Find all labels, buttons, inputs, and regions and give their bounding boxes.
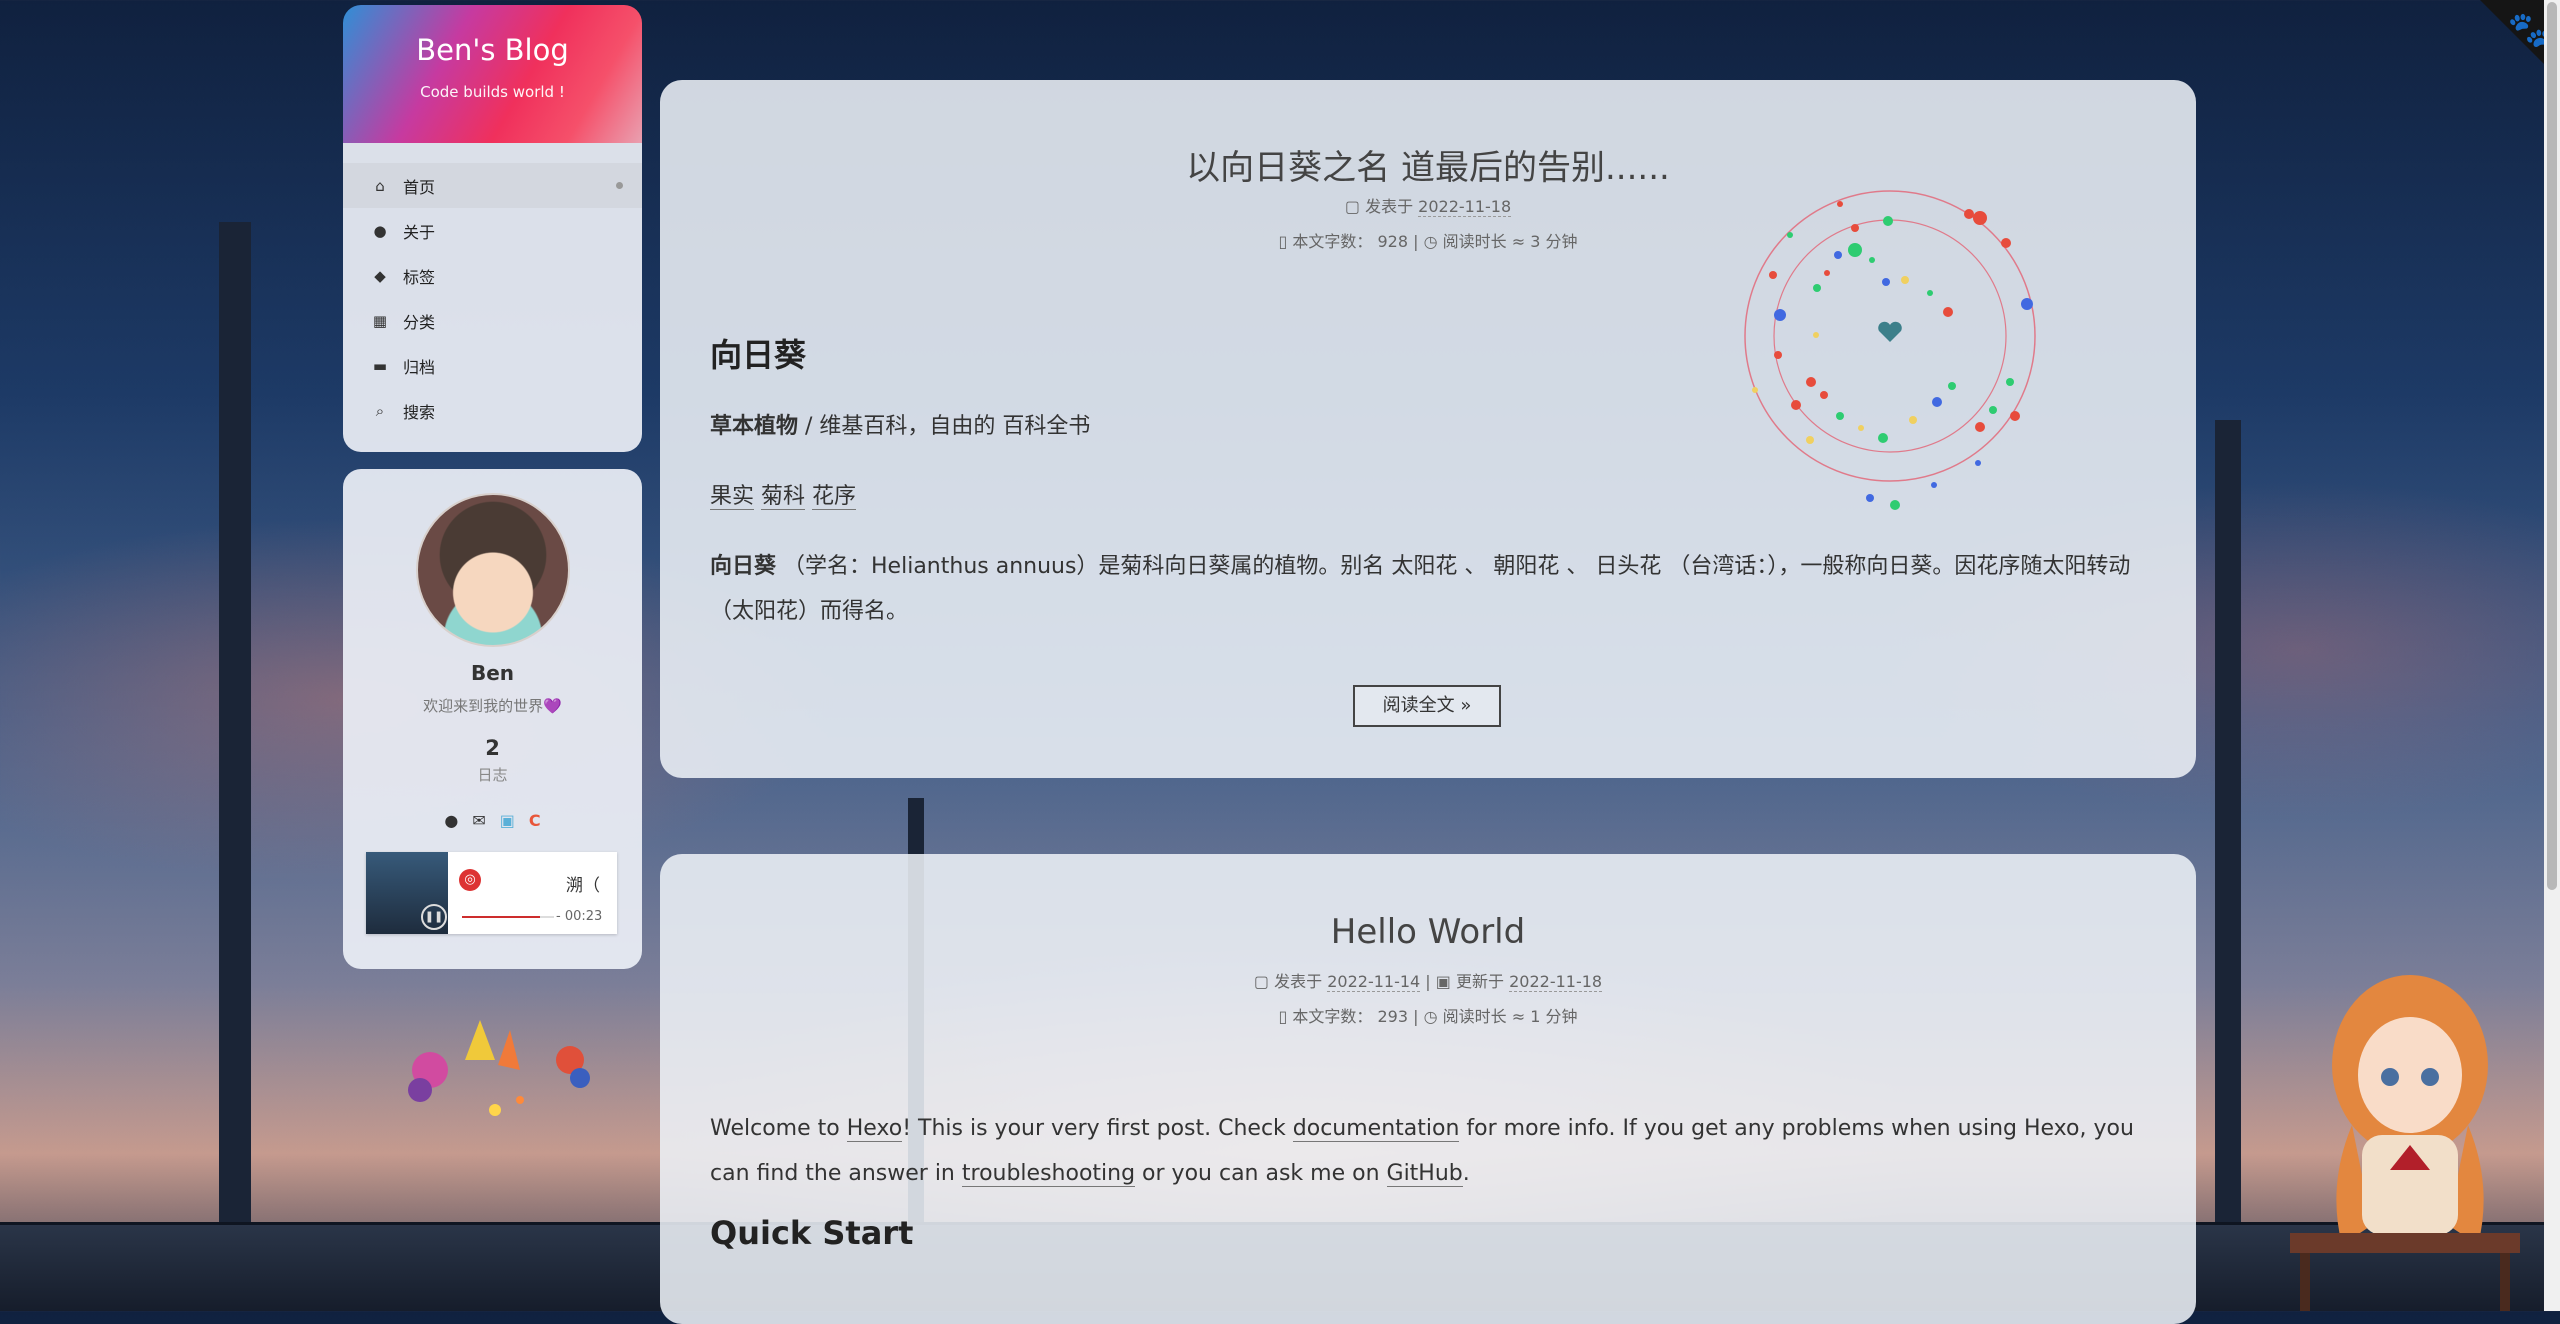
user-icon: ● [373, 221, 387, 240]
link-troubleshooting[interactable]: troubleshooting [961, 1161, 1136, 1187]
post-card: 以向日葵之名 道最后的告别...... ▢ 发表于 2022-11-18 ▯ 本… [660, 80, 2196, 778]
read-time: 阅读时长 ≈ 3 分钟 [1442, 232, 1578, 251]
post-paragraph: 草本植物 / 维基百科，自由的 百科全书 [710, 404, 2146, 449]
menu-item-label: 关于 [403, 222, 436, 242]
menu-item-categories[interactable]: ▦ 分类 [343, 298, 642, 343]
menu-item-archives[interactable]: ▬ 归档 [343, 343, 642, 388]
netease-music-icon: ◎ [459, 869, 481, 891]
grid-icon: ▦ [372, 311, 388, 330]
progress-remaining [540, 916, 554, 918]
word-count: 293 [1377, 1007, 1409, 1026]
social-links: ● ✉ ▣ C [343, 811, 642, 830]
mascot-animation [408, 1020, 590, 1116]
link-asteraceae[interactable]: 菊科 [761, 484, 806, 510]
avatar [415, 493, 570, 647]
paragraph-text: or you can ask me on [1135, 1161, 1387, 1186]
menu-item-label: 搜索 [403, 402, 436, 422]
word-count-label: 本文字数： [1292, 1007, 1373, 1026]
music-player[interactable]: ❚❚ ◎ 溯（ - 00:23 [366, 852, 617, 934]
menu-item-tags[interactable]: ◆ 标签 [343, 253, 642, 298]
csdn-icon[interactable]: C [529, 811, 541, 830]
published-label: 发表于 [1274, 972, 1323, 991]
author-profile: Ben 欢迎来到我的世界💜 2 日志 ● ✉ ▣ C ❚❚ ◎ 溯（ - 00:… [343, 469, 642, 969]
word-count-label: 本文字数： [1292, 232, 1373, 251]
post-stats: ▯ 本文字数： 293 | ◷ 阅读时长 ≈ 1 分钟 [660, 1003, 2196, 1027]
archive-icon: ▬ [372, 356, 388, 375]
menu-item-label: 归档 [403, 357, 436, 377]
post-meta: ▢ 发表于 2022-11-14 | ▣ 更新于 2022-11-18 [660, 968, 2196, 992]
updated-label: 更新于 [1456, 972, 1505, 991]
meta-divider: | [1425, 972, 1431, 991]
github-icon[interactable]: ● [444, 811, 458, 830]
site-brand[interactable]: Ben's Blog Code builds world ! [343, 5, 642, 143]
read-more-button[interactable]: 阅读全文 » [1353, 685, 1501, 727]
song-title: 溯（ [566, 876, 600, 896]
progress-bar[interactable] [462, 916, 540, 918]
bold-text: 草本植物 [710, 414, 799, 439]
active-indicator [616, 182, 623, 189]
site-title[interactable]: Ben's Blog [343, 33, 642, 67]
post-heading: Quick Start [710, 1214, 914, 1252]
background-pole [2215, 420, 2241, 1311]
updated-date: 2022-11-18 [1509, 972, 1603, 992]
menu-item-label: 分类 [403, 312, 436, 332]
post-excerpt: 向日葵 草本植物 / 维基百科，自由的 百科全书 果实 菊科 花序 向日葵 （学… [710, 330, 2146, 634]
author-name: Ben [470, 661, 515, 685]
sidebar-menu: ⌂ 首页 ● 关于 ◆ 标签 ▦ 分类 ▬ 归档 ⌕ 搜索 [343, 143, 642, 452]
link-github[interactable]: GitHub [1386, 1161, 1463, 1187]
post-card: Hello World ▢ 发表于 2022-11-14 | ▣ 更新于 202… [660, 854, 2196, 1324]
post-title[interactable]: Hello World [660, 912, 2196, 952]
meta-divider: | [1413, 232, 1419, 251]
paragraph-text: Welcome to [710, 1116, 847, 1141]
bold-text: 向日葵 [710, 554, 777, 579]
post-paragraph: 果实 菊科 花序 [710, 474, 2146, 519]
post-paragraph: 向日葵 （学名：Helianthus annuus）是菊科向日葵属的植物。别名 … [710, 544, 2146, 634]
background-pole [219, 222, 251, 1311]
published-label: 发表于 [1365, 197, 1414, 216]
word-count: 928 [1377, 232, 1409, 251]
time-remaining: - 00:23 [556, 909, 603, 924]
home-icon: ⌂ [375, 176, 385, 195]
tags-icon: ◆ [374, 266, 386, 285]
album-cover: ❚❚ [366, 852, 448, 934]
calendar-icon: ▢ [1253, 972, 1270, 991]
calendar-icon: ▢ [1344, 197, 1360, 216]
pause-icon[interactable]: ❚❚ [421, 904, 447, 930]
paragraph-text: / 维基百科，自由的 百科全书 [798, 414, 1091, 439]
link-hexo[interactable]: Hexo [846, 1116, 903, 1142]
menu-item-about[interactable]: ● 关于 [343, 208, 642, 253]
posts-count[interactable]: 2 [343, 736, 642, 760]
link-fruit[interactable]: 果实 [710, 484, 755, 510]
author-description: 欢迎来到我的世界💜 [423, 697, 562, 715]
site-subtitle: Code builds world ! [420, 83, 565, 101]
link-inflorescence[interactable]: 花序 [812, 484, 857, 510]
link-documentation[interactable]: documentation [1292, 1116, 1460, 1142]
clock-icon: ◷ [1423, 232, 1438, 251]
paragraph-text: ! This is your very first post. Check [902, 1116, 1293, 1141]
file-icon: ▯ [1278, 1007, 1288, 1026]
menu-item-home[interactable]: ⌂ 首页 [343, 163, 642, 208]
posts-label[interactable]: 日志 [343, 764, 642, 785]
menu-item-search[interactable]: ⌕ 搜索 [343, 388, 642, 433]
calendar-check-icon: ▣ [1435, 972, 1451, 991]
menu-item-label: 标签 [403, 267, 436, 287]
paragraph-text: . [1462, 1161, 1470, 1186]
post-paragraph: Welcome to Hexo! This is your very first… [710, 1106, 2146, 1196]
search-icon: ⌕ [375, 401, 385, 420]
post-heading: 向日葵 [710, 336, 807, 374]
published-date: 2022-11-14 [1327, 972, 1421, 992]
calendar-icon[interactable]: ▣ [500, 811, 515, 830]
read-time: 阅读时长 ≈ 1 分钟 [1442, 1007, 1578, 1026]
paragraph-text: （学名：Helianthus annuus）是菊科向日葵属的植物。别名 太阳花 … [710, 554, 2131, 624]
post-excerpt: Welcome to Hexo! This is your very first… [710, 1106, 2146, 1252]
published-date: 2022-11-18 [1418, 197, 1512, 217]
clock-icon: ◷ [1423, 1007, 1438, 1026]
page-scrollbar[interactable] [2544, 0, 2560, 1311]
menu-item-label: 首页 [403, 177, 436, 197]
live2d-character[interactable] [2290, 965, 2520, 1311]
meta-divider: | [1413, 1007, 1419, 1026]
mail-icon[interactable]: ✉ [472, 811, 485, 830]
scrollbar-thumb[interactable] [2547, 2, 2557, 890]
file-icon: ▯ [1278, 232, 1288, 251]
